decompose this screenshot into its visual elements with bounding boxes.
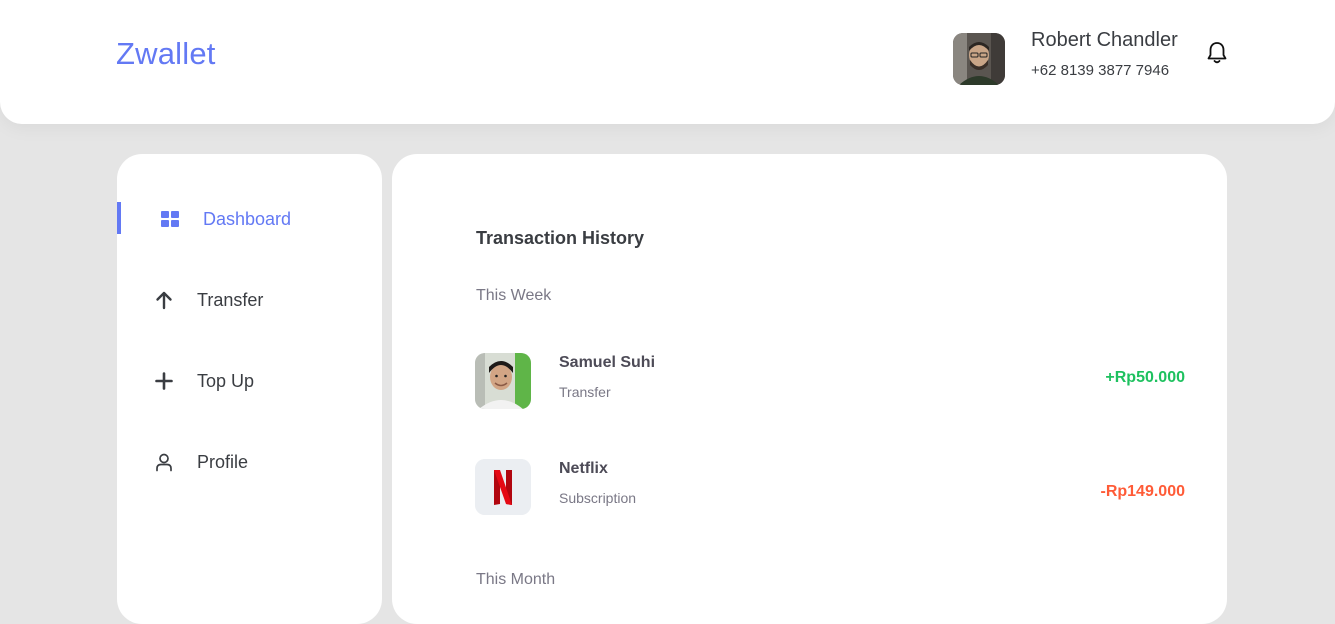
- plus-icon: [153, 370, 175, 392]
- avatar: [475, 353, 531, 409]
- list-item[interactable]: Samuel Suhi Transfer +Rp50.000: [475, 353, 1185, 409]
- sidebar-item-label: Top Up: [197, 371, 255, 391]
- transaction-history-panel: Transaction History This Week Samuel Suh…: [392, 154, 1227, 624]
- transaction-type: Subscription: [559, 490, 637, 506]
- page-title: Transaction History: [476, 228, 645, 248]
- sidebar-item-profile[interactable]: Profile: [117, 445, 382, 479]
- arrow-up-icon: [153, 289, 175, 311]
- sidebar-item-label: Profile: [197, 452, 249, 472]
- transaction-name: Samuel Suhi: [559, 354, 656, 371]
- list-item[interactable]: Netflix Subscription -Rp149.000: [475, 459, 1185, 515]
- transaction-amount: +Rp50.000: [1105, 369, 1185, 386]
- grid-icon: [159, 208, 181, 230]
- sidebar-item-label: Dashboard: [203, 209, 292, 229]
- transaction-name: Netflix: [559, 460, 608, 477]
- sidebar-item-label: Transfer: [197, 290, 264, 310]
- sidebar: Dashboard Transfer Top Up Profile: [117, 154, 382, 624]
- sidebar-item-topup[interactable]: Top Up: [117, 364, 382, 398]
- active-indicator: [117, 202, 121, 234]
- brand-logo[interactable]: Zwallet: [116, 36, 216, 72]
- transaction-type: Transfer: [559, 384, 611, 400]
- user-icon: [153, 451, 175, 473]
- group-label-this-month: This Month: [476, 571, 556, 588]
- sidebar-item-transfer[interactable]: Transfer: [117, 283, 382, 317]
- netflix-logo-icon: [475, 459, 531, 515]
- user-phone: +62 8139 3877 7946: [1031, 62, 1170, 79]
- notification-bell-icon[interactable]: [1205, 40, 1229, 66]
- user-avatar[interactable]: [953, 33, 1005, 85]
- sidebar-item-dashboard[interactable]: Dashboard: [117, 202, 382, 236]
- user-name: Robert Chandler: [1031, 29, 1178, 51]
- group-label-this-week: This Week: [476, 287, 552, 304]
- top-header: Zwallet Robert Chandler +62 8139 3877 79…: [0, 0, 1335, 124]
- transaction-amount: -Rp149.000: [1100, 483, 1186, 500]
